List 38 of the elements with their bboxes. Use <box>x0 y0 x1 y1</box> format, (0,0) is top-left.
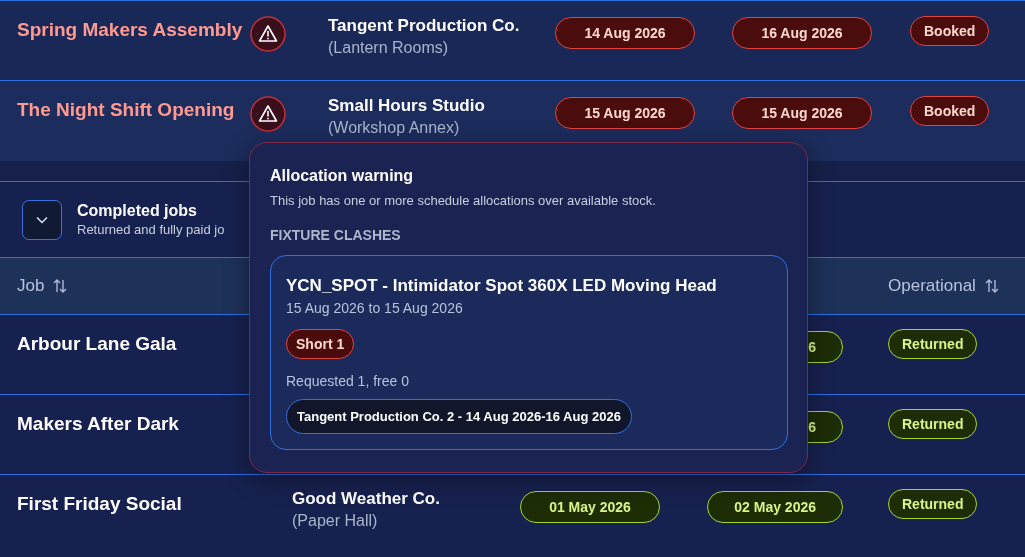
popover-title: Allocation warning <box>270 167 414 185</box>
clash-dates: 15 Aug 2026 to 15 Aug 2026 <box>286 300 463 316</box>
chevron-icon[interactable] <box>36 215 48 224</box>
warning-icon[interactable] <box>250 16 286 52</box>
end-date: 02 May 2026 <box>707 491 843 523</box>
start-date: 01 May 2026 <box>520 491 660 523</box>
popover-message: This job has one or more schedule allocations over available stock. <box>270 193 656 208</box>
venue-name: (Lantern Rooms) <box>328 39 449 57</box>
conflict-chip[interactable]: Tangent Production Co. 2 - 14 Aug 2026-16 Aug 2026 <box>286 399 632 434</box>
expand-button[interactable] <box>22 199 62 240</box>
sort-icon[interactable] <box>983 278 1000 294</box>
sort-icon[interactable] <box>52 278 69 294</box>
status-badge: Returned <box>888 329 978 359</box>
status-badge: Returned <box>888 409 978 439</box>
job-name[interactable]: The Night Shift Opening <box>17 99 250 121</box>
section-subtitle: Returned and fully paid jo <box>77 222 225 237</box>
end-date: 15 Aug 2026 <box>732 97 872 129</box>
fixture-name: YCN_SPOT - Intimidator Spot 360X LED Moving Head <box>286 276 717 296</box>
job-name[interactable]: Spring Makers Assembly <box>17 19 250 41</box>
start-date: 15 Aug 2026 <box>555 97 695 129</box>
section-title: Completed jobs <box>77 202 198 220</box>
client-name: Good Weather Co. <box>292 489 440 509</box>
venue-name: (Workshop Annex) <box>328 119 460 137</box>
availability-text: Requested 1, free 0 <box>286 373 409 389</box>
section-label: FIXTURE CLASHES <box>270 227 401 243</box>
client-name: Small Hours Studio <box>328 96 485 116</box>
status-badge: Booked <box>910 96 990 126</box>
job-name[interactable]: First Friday Social <box>17 493 292 515</box>
client-name: Tangent Production Co. <box>328 16 520 36</box>
shortage-badge: Short 1 <box>286 329 355 359</box>
column-header[interactable]: Job <box>17 276 45 296</box>
column-header[interactable]: Operational <box>888 276 976 296</box>
status-badge: Returned <box>888 489 978 519</box>
warning-icon[interactable] <box>250 96 286 132</box>
end-date: 16 Aug 2026 <box>732 17 872 49</box>
status-badge: Booked <box>910 16 990 46</box>
start-date: 14 Aug 2026 <box>555 17 695 49</box>
venue-name: (Paper Hall) <box>292 512 378 530</box>
